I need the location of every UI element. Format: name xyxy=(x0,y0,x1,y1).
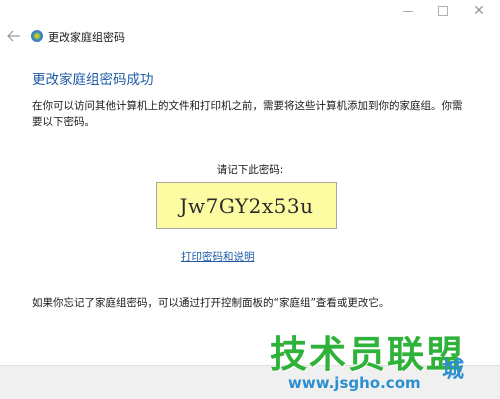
print-password-link[interactable]: 打印密码和说明 xyxy=(181,249,255,264)
watermark: 技术员联盟 城 www.jsgho.com xyxy=(262,318,500,398)
close-button[interactable]: ✕ xyxy=(464,2,494,20)
maximize-button[interactable] xyxy=(428,2,458,20)
close-icon: ✕ xyxy=(473,3,485,19)
maximize-icon xyxy=(438,6,448,16)
footer-note: 如果你忘记了家庭组密码，可以通过打开控制面板的“家庭组”查看或更改它。 xyxy=(32,297,390,309)
window-title: 更改家庭组密码 xyxy=(48,31,125,44)
watermark-url-text: www.jsgho.com xyxy=(288,374,421,392)
dialog-window: ✕ 更改家庭组密码 更改家庭组密码成功 在你可以访问其他计算机上的文件和打印机之… xyxy=(0,0,500,399)
description-text: 在你可以访问其他计算机上的文件和打印机之前，需要将这些计算机添加到你的家庭组。你… xyxy=(32,100,463,128)
back-arrow-icon[interactable] xyxy=(7,30,21,42)
password-display: Jw7GY2x53u xyxy=(156,182,337,229)
watermark-suffix-text: 城 xyxy=(442,358,465,383)
password-value: Jw7GY2x53u xyxy=(179,193,314,218)
watermark-main-text: 技术员联盟 xyxy=(270,333,465,376)
homegroup-icon xyxy=(31,30,43,42)
remember-password-label: 请记下此密码: xyxy=(216,164,284,176)
minimize-button[interactable] xyxy=(393,2,423,20)
minimize-icon xyxy=(403,10,413,12)
page-heading: 更改家庭组密码成功 xyxy=(32,72,154,88)
